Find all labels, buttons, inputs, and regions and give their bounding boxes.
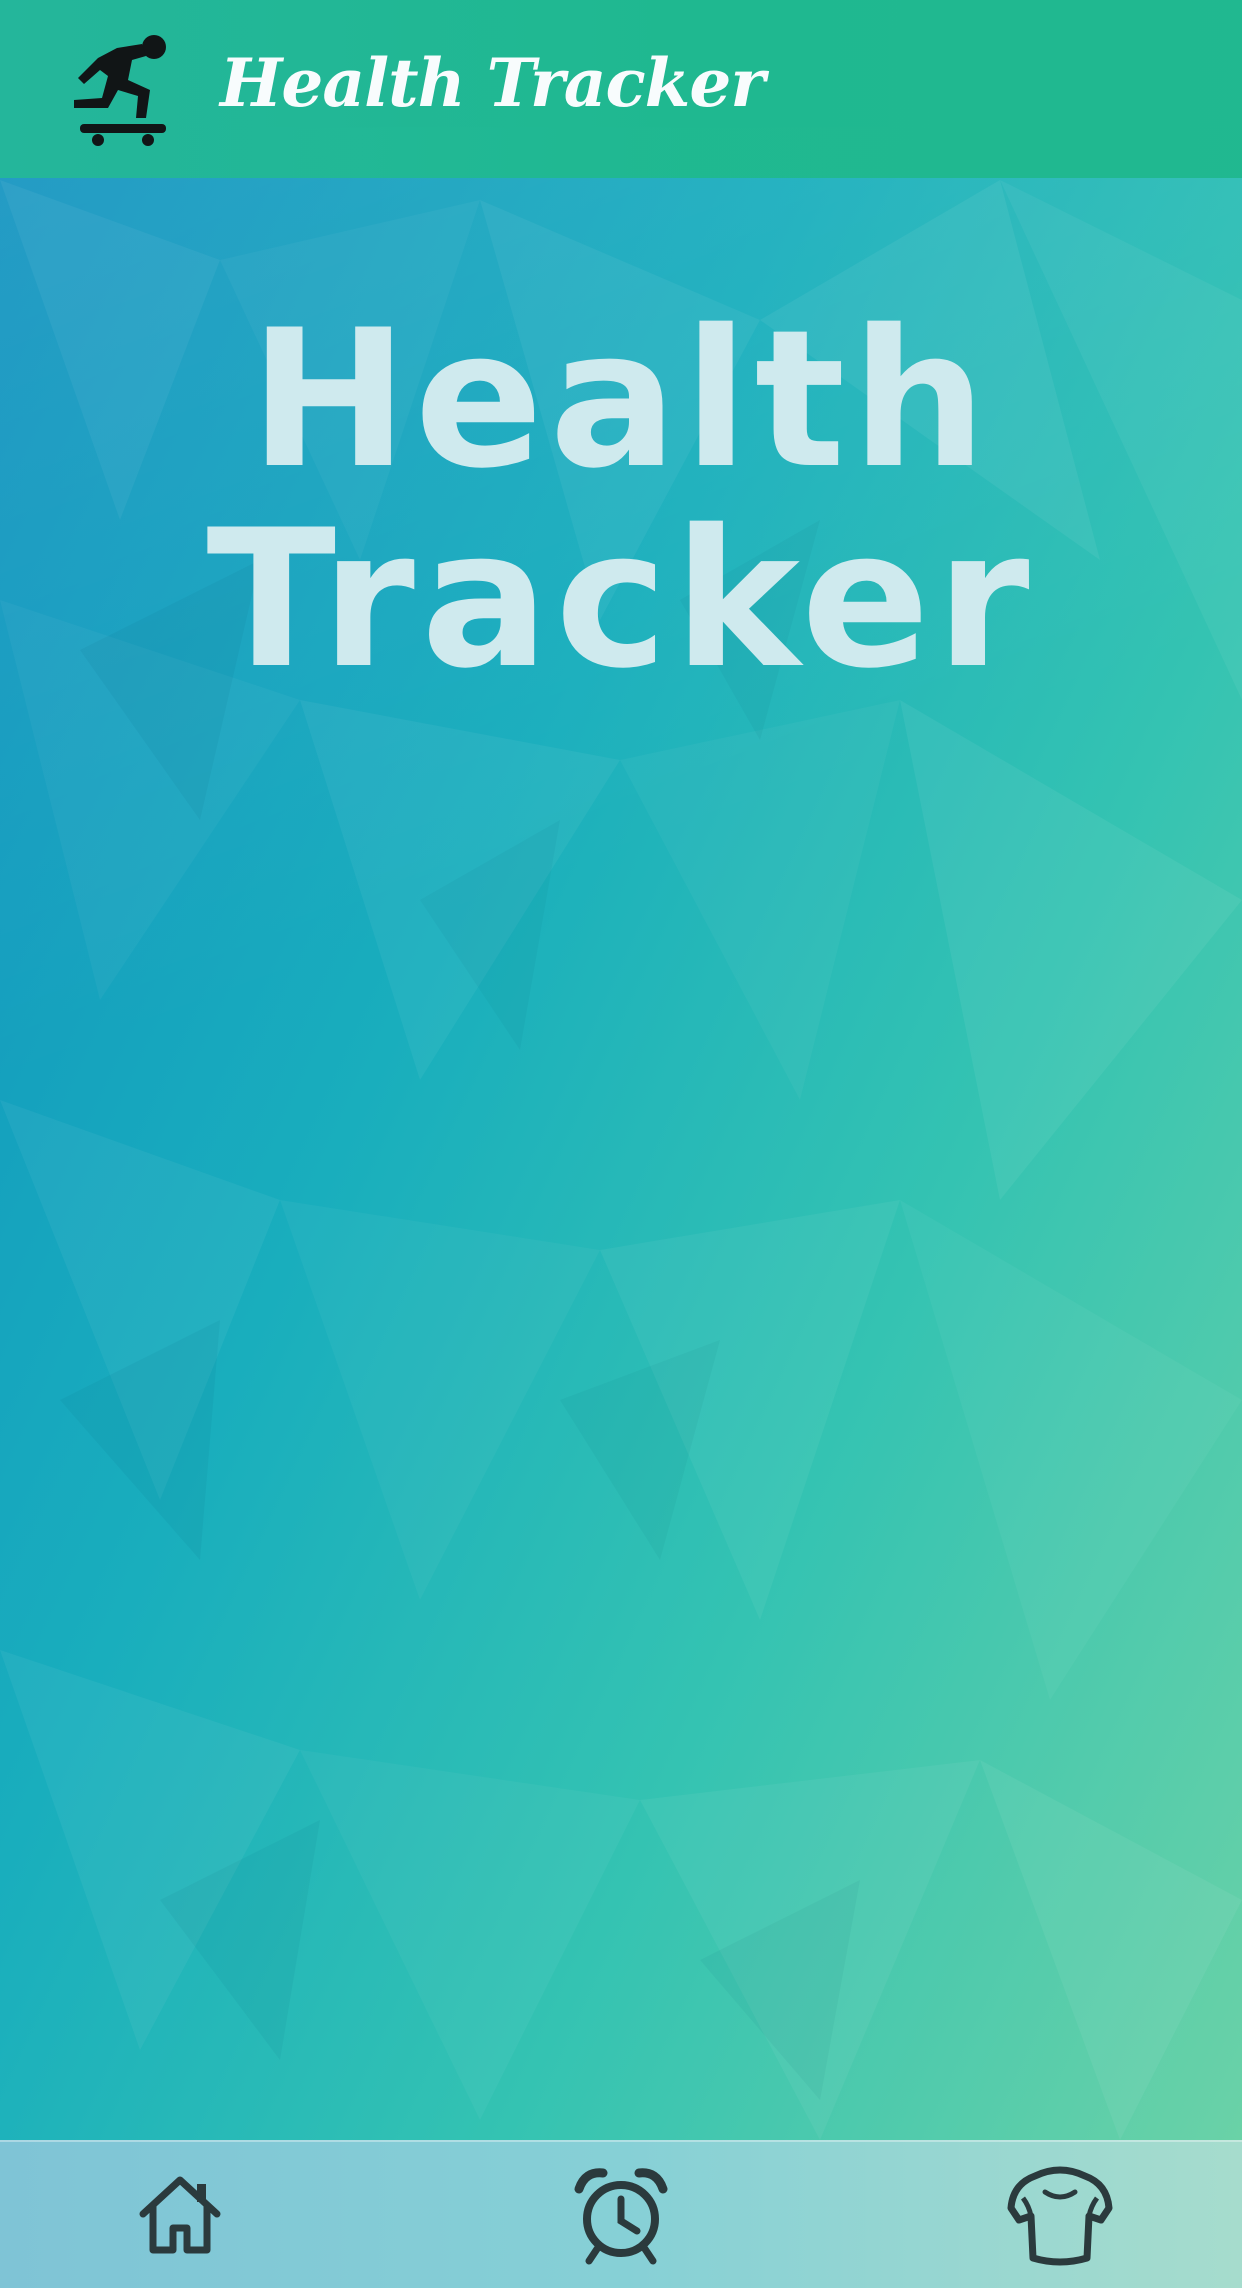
hero-title-line-2: Tracker — [206, 489, 1036, 710]
bottom-navigation-bar — [0, 2140, 1242, 2288]
skateboarder-icon — [62, 30, 178, 150]
app-title: Health Tracker — [220, 44, 765, 122]
alarm-clock-icon — [574, 2168, 668, 2265]
home-icon — [139, 2176, 221, 2254]
hero-title-line-1: Health — [249, 289, 993, 510]
nav-home-button[interactable] — [120, 2160, 240, 2270]
nav-alarm-button[interactable] — [561, 2160, 681, 2270]
muscle-body-icon — [1007, 2166, 1113, 2266]
hero-title: Health Tracker — [0, 300, 1242, 700]
app-header: Health Tracker — [0, 0, 1242, 178]
nav-body-button[interactable] — [1000, 2160, 1120, 2270]
